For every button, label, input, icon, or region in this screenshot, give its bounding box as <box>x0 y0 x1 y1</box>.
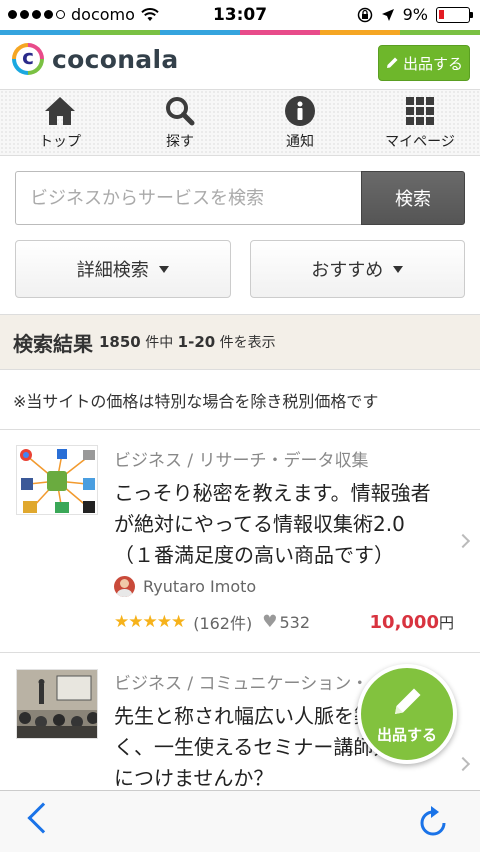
results-title: 検索結果 <box>13 331 93 356</box>
chevron-right-icon <box>455 533 471 549</box>
seller[interactable]: Ryutaro Imoto <box>114 576 256 597</box>
nav-label: 通知 <box>286 133 314 150</box>
results-of: 件中 <box>145 335 174 351</box>
status-bar: docomo 13:07 9% <box>0 0 480 30</box>
price: 10,000円 <box>370 612 454 633</box>
results-header: 検索結果 1850 件中 1-20 件を表示 <box>0 314 480 370</box>
browser-toolbar <box>0 790 480 852</box>
search-input[interactable] <box>15 171 361 225</box>
location-icon <box>381 8 394 21</box>
listing-category: ビジネス / リサーチ・データ収集 <box>114 451 369 471</box>
sell-button-label: 出品する <box>402 54 463 73</box>
results-range: 1-20 <box>177 333 216 351</box>
listing-meta: ★★★★★ (162件) ♥ 532 10,000円 <box>114 610 454 634</box>
tax-note: ※当サイトの価格は特別な場合を除き税別価格です <box>0 370 480 430</box>
favorite-count: 532 <box>279 612 311 632</box>
home-icon <box>43 95 77 127</box>
grid-icon <box>403 95 437 127</box>
detail-search-button[interactable]: 詳細検索 <box>15 240 231 298</box>
nav-item-notifications[interactable]: 通知 <box>240 90 360 155</box>
sell-button[interactable]: 出品する <box>378 45 470 81</box>
floating-sell-button[interactable]: 出品する <box>357 664 457 764</box>
nav-item-top[interactable]: トップ <box>0 90 120 155</box>
heart-icon: ♥ <box>262 612 278 632</box>
logo-mark-icon <box>12 43 44 75</box>
nav-label: トップ <box>39 133 81 150</box>
caret-down-icon <box>393 265 404 273</box>
listing-thumbnail <box>16 669 98 739</box>
detail-search-label: 詳細検索 <box>76 260 149 281</box>
chevron-right-icon <box>455 756 471 772</box>
price-value: 10,000 <box>369 611 439 633</box>
status-right: 9% <box>357 5 473 24</box>
app-header: coconala 出品する <box>0 35 480 90</box>
avatar <box>114 576 135 597</box>
caret-down-icon <box>158 265 169 273</box>
search-icon <box>163 95 197 127</box>
listing-title: こっそり秘密を教えます。情報強者が絶対にやってる情報収集術2.0（１番満足度の高… <box>114 481 431 567</box>
listing-category: ビジネス / コミュニケーション・ <box>114 674 369 694</box>
review-count: (162件) <box>193 614 253 633</box>
reload-icon[interactable] <box>416 803 450 839</box>
screen: docomo 13:07 9% co <box>0 0 480 852</box>
search-bar: 検索 <box>15 171 465 225</box>
rating-stars: ★★★★★ <box>114 612 186 632</box>
sort-dropdown[interactable]: おすすめ <box>249 240 465 298</box>
search-button[interactable]: 検索 <box>361 171 465 225</box>
back-icon[interactable] <box>27 802 59 834</box>
nav-item-search[interactable]: 探す <box>120 90 240 155</box>
sort-label: おすすめ <box>311 260 384 281</box>
main-nav: トップ 探す 通知 マイページ <box>0 90 480 156</box>
battery-icon <box>436 6 473 23</box>
nav-item-mypage[interactable]: マイページ <box>360 90 480 155</box>
filter-row: 詳細検索 おすすめ <box>15 240 465 298</box>
pencil-icon <box>395 688 421 714</box>
seller-name: Ryutaro Imoto <box>143 577 257 596</box>
battery-percent: 9% <box>402 5 428 24</box>
logo-text: coconala <box>52 44 179 74</box>
nav-label: マイページ <box>385 133 455 150</box>
results-count: 1850 件中 1-20 件を表示 <box>99 332 276 352</box>
fab-label: 出品する <box>376 725 437 744</box>
list-item[interactable]: ビジネス / リサーチ・データ収集 こっそり秘密を教えます。情報強者が絶対にやっ… <box>0 430 480 653</box>
results-suffix: 件を表示 <box>219 335 276 351</box>
logo[interactable]: coconala <box>12 43 179 75</box>
currency: 円 <box>438 613 454 632</box>
listing-thumbnail <box>16 445 98 515</box>
rotation-lock-icon <box>357 7 372 22</box>
results-total: 1850 <box>99 333 141 351</box>
info-icon <box>283 95 317 127</box>
nav-label: 探す <box>166 133 194 150</box>
pencil-icon <box>386 57 398 68</box>
